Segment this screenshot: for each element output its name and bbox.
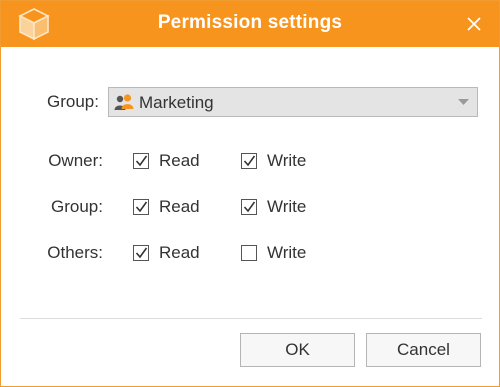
checkmark-icon — [243, 155, 256, 167]
group-select-label: Group: — [47, 92, 99, 111]
checkbox-box[interactable] — [133, 199, 149, 215]
others-label: Others: — [47, 243, 103, 262]
ok-button[interactable]: OK — [240, 333, 355, 367]
group-select[interactable]: Marketing — [108, 87, 478, 117]
group-select-value: Marketing — [139, 93, 214, 112]
dialog-title: Permission settings — [157, 12, 343, 33]
others-read-checkbox[interactable]: Read — [133, 243, 200, 263]
owner-write-checkbox[interactable]: Write — [241, 151, 306, 171]
chevron-down-icon[interactable] — [450, 88, 477, 116]
footer-divider — [20, 318, 482, 319]
checkbox-box[interactable] — [133, 245, 149, 261]
others-write-checkbox[interactable]: Write — [241, 243, 306, 263]
users-icon — [114, 94, 134, 110]
checkmark-icon — [135, 155, 148, 167]
checkbox-box[interactable] — [133, 153, 149, 169]
group-read-checkbox[interactable]: Read — [133, 197, 200, 217]
title-bar: Permission settings — [1, 1, 499, 47]
owner-read-checkbox[interactable]: Read — [133, 151, 200, 171]
checkmark-icon — [135, 247, 148, 259]
checkbox-label: Write — [267, 151, 307, 170]
checkmark-icon — [243, 201, 256, 213]
owner-label: Owner: — [48, 151, 103, 170]
close-icon[interactable] — [464, 14, 484, 34]
checkbox-label: Write — [267, 197, 307, 216]
group-write-checkbox[interactable]: Write — [241, 197, 306, 217]
permission-settings-dialog: Permission settings Group: Marketing Own… — [0, 0, 500, 387]
checkbox-label: Read — [159, 243, 200, 262]
group-permission-label: Group: — [51, 197, 103, 216]
cancel-button[interactable]: Cancel — [366, 333, 481, 367]
checkbox-box[interactable] — [241, 153, 257, 169]
checkbox-label: Read — [159, 197, 200, 216]
checkmark-icon — [135, 201, 148, 213]
checkbox-box[interactable] — [241, 245, 257, 261]
checkbox-label: Write — [267, 243, 307, 262]
checkbox-label: Read — [159, 151, 200, 170]
checkbox-box[interactable] — [241, 199, 257, 215]
